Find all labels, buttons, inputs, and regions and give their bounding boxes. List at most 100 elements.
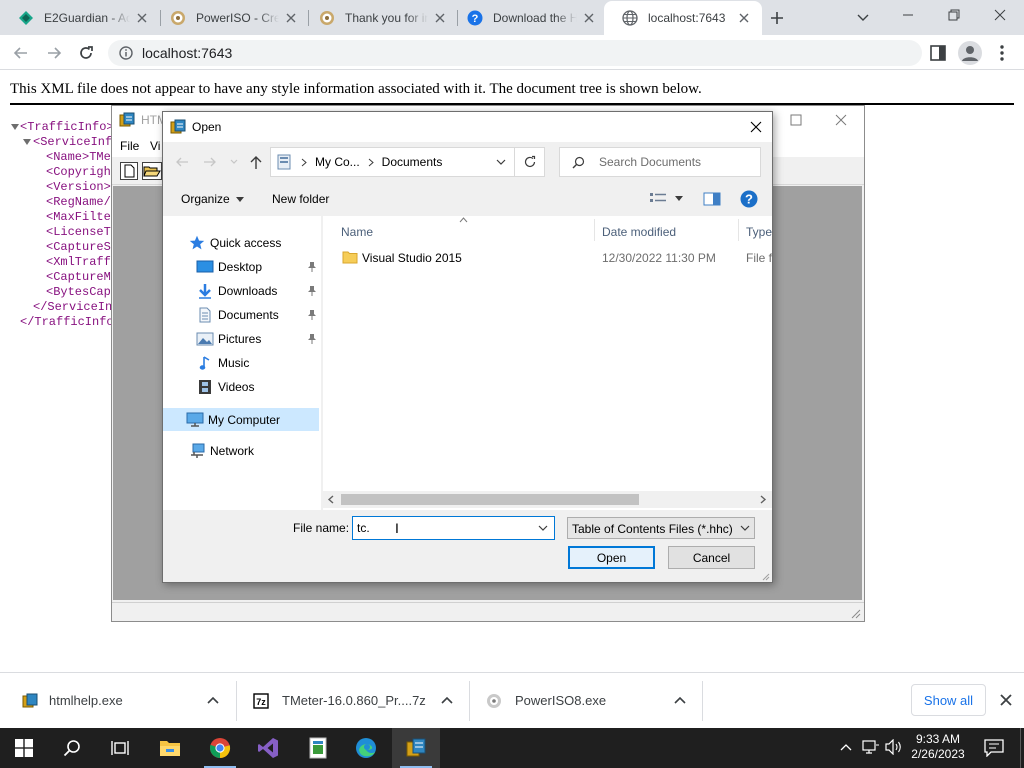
nav-item-network[interactable]: Network: [188, 440, 318, 462]
htmlhelp-taskbar-button[interactable]: [392, 728, 440, 768]
column-divider[interactable]: [594, 219, 595, 241]
download-item-tmeter[interactable]: 7z TMeter-16.0.860_Pr....7z: [237, 673, 469, 728]
installer-taskbar-button[interactable]: [294, 728, 342, 768]
address-bar[interactable]: localhost:7643: [108, 40, 922, 66]
chevron-down-icon[interactable]: [496, 159, 506, 166]
new-folder-button[interactable]: New folder: [272, 192, 329, 206]
recent-locations-chevron-icon[interactable]: [230, 158, 238, 166]
back-arrow-icon[interactable]: [175, 155, 189, 169]
close-tab-icon[interactable]: [581, 10, 597, 26]
reload-button[interactable]: [72, 39, 100, 67]
close-window-button[interactable]: [977, 0, 1023, 30]
search-input[interactable]: Search Documents: [559, 147, 761, 177]
scrollbar-thumb[interactable]: [341, 494, 639, 505]
menu-view[interactable]: Vi: [150, 139, 160, 153]
resize-grip-icon[interactable]: [760, 571, 770, 581]
side-panel-button[interactable]: [929, 44, 947, 62]
download-filename: PowerISO8.exe: [515, 693, 607, 708]
scroll-left-icon[interactable]: [327, 495, 335, 504]
maximize-icon[interactable]: [790, 114, 802, 126]
nav-item-quick-access[interactable]: Quick access: [188, 232, 318, 254]
tab-poweriso[interactable]: PowerISO - Crea: [152, 0, 309, 35]
file-row[interactable]: Visual Studio 2015 12/30/2022 11:30 PM F…: [335, 247, 772, 269]
tab-e2guardian[interactable]: E2Guardian - Ac: [0, 0, 160, 35]
download-item-htmlhelp[interactable]: htmlhelp.exe: [0, 673, 236, 728]
chevron-up-icon[interactable]: [674, 696, 686, 704]
refresh-button[interactable]: [515, 147, 545, 177]
file-type-select[interactable]: Table of Contents Files (*.hhc): [567, 517, 755, 539]
profile-avatar[interactable]: [958, 41, 982, 65]
taskbar: 9:33 AM 2/26/2023: [0, 728, 1024, 768]
nav-item-videos[interactable]: Videos: [196, 376, 318, 398]
file-name-combobox[interactable]: tc. I: [352, 516, 555, 540]
nav-item-desktop[interactable]: Desktop: [196, 256, 318, 278]
cancel-button[interactable]: Cancel: [668, 546, 755, 569]
column-header-name[interactable]: Name: [341, 225, 373, 239]
collapse-toggle[interactable]: [23, 139, 31, 145]
new-file-button[interactable]: [120, 162, 138, 180]
restore-button[interactable]: [931, 0, 977, 30]
task-view-button[interactable]: [96, 728, 144, 768]
plus-icon: [771, 12, 783, 24]
horizontal-scrollbar[interactable]: [323, 491, 772, 508]
chevron-up-icon[interactable]: [441, 696, 453, 704]
show-all-button[interactable]: Show all: [911, 684, 986, 716]
location-breadcrumb[interactable]: My Co... Documents: [270, 147, 515, 177]
show-desktop-button[interactable]: [1020, 728, 1024, 768]
resize-grip-icon[interactable]: [849, 607, 861, 619]
tab-localhost[interactable]: localhost:7643: [604, 1, 762, 35]
visual-studio-button[interactable]: [244, 728, 292, 768]
network-icon[interactable]: [862, 739, 880, 755]
column-header-date-modified[interactable]: Date modified: [602, 225, 676, 239]
edge-button[interactable]: [342, 728, 390, 768]
breadcrumb-my-computer[interactable]: My Co...: [315, 155, 360, 169]
chevron-down-icon[interactable]: [538, 525, 548, 532]
nav-item-music[interactable]: Music: [196, 352, 318, 374]
new-tab-button[interactable]: [766, 7, 788, 29]
chrome-button[interactable]: [196, 728, 244, 768]
download-item-poweriso[interactable]: PowerISO8.exe: [470, 673, 702, 728]
info-icon[interactable]: [119, 46, 133, 60]
close-tab-icon[interactable]: [432, 10, 448, 26]
collapse-toggle[interactable]: [11, 124, 19, 130]
column-header-type[interactable]: Type: [746, 225, 772, 239]
chevron-up-icon[interactable]: [207, 696, 219, 704]
clock[interactable]: 9:33 AM 2/26/2023: [908, 732, 968, 762]
nav-item-pictures[interactable]: Pictures: [196, 328, 318, 350]
file-name-input[interactable]: tc.: [357, 521, 370, 535]
change-view-button[interactable]: [649, 191, 683, 205]
volume-icon[interactable]: [885, 739, 903, 755]
open-file-button[interactable]: [142, 162, 162, 180]
close-tab-icon[interactable]: [283, 10, 299, 26]
tab-thank-you[interactable]: Thank you for in: [301, 0, 458, 35]
up-arrow-icon[interactable]: [249, 155, 263, 170]
menu-file[interactable]: File: [120, 139, 139, 153]
back-button[interactable]: [7, 39, 35, 67]
open-button[interactable]: Open: [568, 546, 655, 569]
column-divider[interactable]: [738, 219, 739, 241]
close-icon[interactable]: [1000, 694, 1012, 706]
tab-download[interactable]: ? Download the H: [449, 0, 607, 35]
nav-item-downloads[interactable]: Downloads: [196, 280, 318, 302]
help-icon[interactable]: ?: [740, 190, 758, 208]
notification-icon[interactable]: [984, 739, 1004, 757]
organize-button[interactable]: Organize: [181, 192, 244, 206]
file-explorer-button[interactable]: [146, 728, 194, 768]
close-tab-icon[interactable]: [134, 10, 150, 26]
breadcrumb-documents[interactable]: Documents: [382, 155, 443, 169]
chevron-up-icon[interactable]: [840, 743, 852, 751]
nav-item-my-computer[interactable]: My Computer: [163, 408, 319, 431]
search-button[interactable]: [48, 728, 96, 768]
close-icon[interactable]: [835, 114, 847, 126]
menu-button[interactable]: [994, 44, 1010, 62]
scroll-right-icon[interactable]: [759, 495, 767, 504]
start-button[interactable]: [0, 728, 48, 768]
minimize-button[interactable]: [885, 0, 931, 30]
forward-arrow-icon[interactable]: [203, 155, 217, 169]
tab-search-button[interactable]: [855, 9, 871, 25]
nav-item-documents[interactable]: Documents: [196, 304, 318, 326]
dialog-close-button[interactable]: [743, 115, 769, 139]
preview-pane-icon[interactable]: [703, 192, 721, 206]
close-tab-icon[interactable]: [736, 10, 752, 26]
forward-button[interactable]: [40, 39, 68, 67]
